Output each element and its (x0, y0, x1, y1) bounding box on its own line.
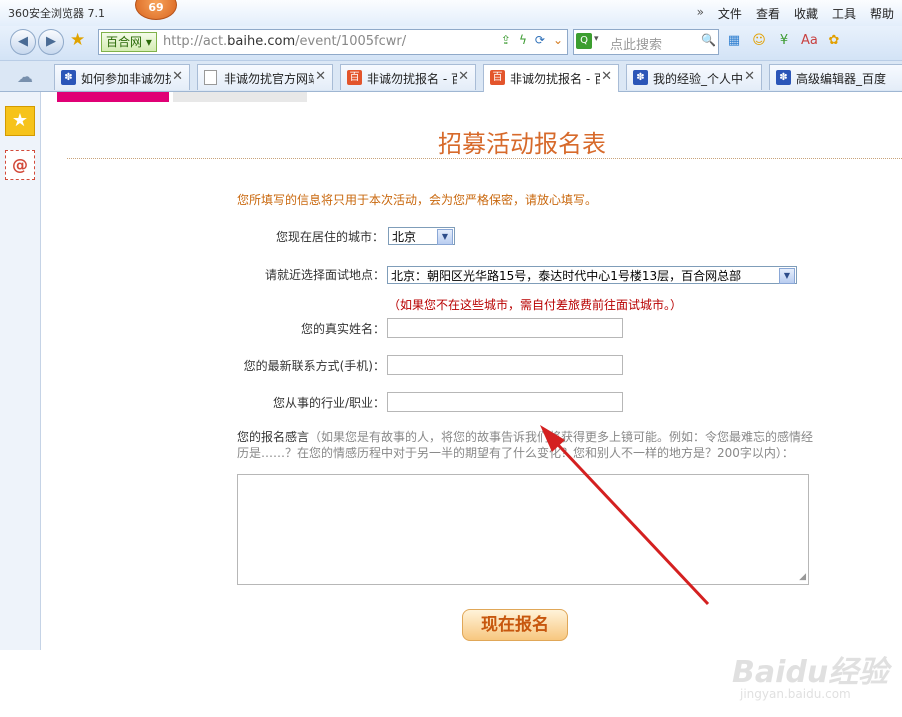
arrow-shaft (544, 430, 710, 606)
annotation-arrow (540, 425, 710, 606)
baidu-watermark: Baidu经验 jingyan.baidu.com (732, 655, 889, 701)
